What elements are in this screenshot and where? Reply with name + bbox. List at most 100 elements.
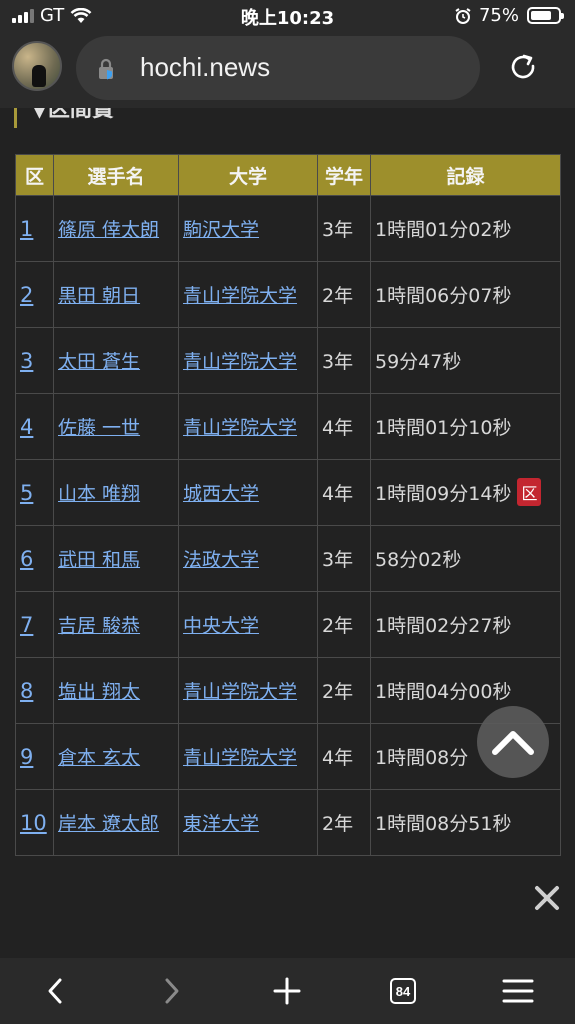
record-text: 1時間06分07秒 [375,285,512,307]
chevron-up-icon [492,731,534,755]
university-cell: 中央大学 [178,591,318,658]
record-text: 59分47秒 [375,351,462,373]
year-cell: 4年 [317,393,371,460]
url-text: hochi.news [140,52,271,82]
runner-cell: 黒田 朝日 [53,261,179,328]
section-cell: 1 [15,195,54,262]
record-text: 1時間04分00秒 [375,681,512,703]
runner-link[interactable]: 太田 蒼生 [58,351,140,373]
section-link[interactable]: 5 [20,481,33,505]
section-cell: 8 [15,657,54,724]
section-link[interactable]: 10 [20,811,47,835]
scroll-to-top-button[interactable] [477,706,549,778]
year-cell: 3年 [317,327,371,394]
university-link[interactable]: 城西大学 [183,483,259,505]
header-year: 学年 [317,154,371,196]
browser-address-bar: hochi.news [0,30,575,108]
section-cell: 5 [15,459,54,526]
menu-button[interactable] [501,974,535,1008]
university-link[interactable]: 青山学院大学 [183,747,297,769]
year-cell: 2年 [317,789,371,856]
university-link[interactable]: 東洋大学 [183,813,259,835]
runner-link[interactable]: 武田 和馬 [58,549,140,571]
record-text: 1時間08分51秒 [375,813,512,835]
status-right: 75% [455,5,564,26]
reload-icon[interactable] [505,50,541,86]
section-link[interactable]: 1 [20,217,33,241]
browser-toolbar: 84 [0,958,575,1024]
section-link[interactable]: 3 [20,349,33,373]
table-row: 4 佐藤 一世 青山学院大学 4年 1時間01分10秒 [15,393,561,460]
section-cell: 6 [15,525,54,592]
record-text: 1時間09分14秒 [375,482,512,505]
section-cell: 10 [15,789,54,856]
tabs-button[interactable]: 84 [386,974,420,1008]
runner-link[interactable]: 倉本 玄太 [58,747,140,769]
section-cell: 4 [15,393,54,460]
year-cell: 2年 [317,591,371,658]
record-text: 1時間08分 [375,747,469,769]
url-field[interactable]: hochi.news [76,36,480,100]
battery-fill [531,11,551,20]
table-row: 10 岸本 遼太郎 東洋大学 2年 1時間08分51秒 [15,789,561,856]
runner-cell: 佐藤 一世 [53,393,179,460]
table-row: 2 黒田 朝日 青山学院大学 2年 1時間06分07秒 [15,261,561,328]
record-cell: 58分02秒 [370,525,561,592]
header-university: 大学 [178,154,318,196]
runner-link[interactable]: 佐藤 一世 [58,417,140,439]
runner-link[interactable]: 山本 唯翔 [58,483,140,505]
runner-cell: 山本 唯翔 [53,459,179,526]
runner-cell: 太田 蒼生 [53,327,179,394]
header-record: 記録 [370,154,561,196]
section-link[interactable]: 4 [20,415,33,439]
hamburger-menu-icon [502,979,534,1003]
battery-icon [527,7,564,24]
university-link[interactable]: 中央大学 [183,615,259,637]
section-link[interactable]: 6 [20,547,33,571]
header-section: 区 [15,154,54,196]
university-cell: 青山学院大学 [178,657,318,724]
record-cell: 1時間01分10秒 [370,393,561,460]
record-badge: 区 [517,477,542,506]
university-cell: 城西大学 [178,459,318,526]
lock-icon [99,58,113,80]
profile-avatar[interactable] [12,41,62,91]
section-cell: 7 [15,591,54,658]
forward-button[interactable] [155,974,189,1008]
university-link[interactable]: 法政大学 [183,549,259,571]
year-cell: 3年 [317,195,371,262]
record-text: 58分02秒 [375,549,462,571]
runner-link[interactable]: 黒田 朝日 [58,285,140,307]
section-link[interactable]: 9 [20,745,33,769]
table-header-row: 区 選手名 大学 学年 記録 [15,154,561,196]
university-cell: 青山学院大学 [178,261,318,328]
university-link[interactable]: 駒沢大学 [183,219,259,241]
tabs-icon: 84 [390,978,416,1004]
back-button[interactable] [38,974,72,1008]
university-link[interactable]: 青山学院大学 [183,285,297,307]
record-cell: 1時間02分27秒 [370,591,561,658]
record-cell: 59分47秒 [370,327,561,394]
status-bar: GT 晚上10:23 75% [0,0,575,30]
section-link[interactable]: 7 [20,613,33,637]
section-link[interactable]: 2 [20,283,33,307]
year-cell: 2年 [317,261,371,328]
university-link[interactable]: 青山学院大学 [183,417,297,439]
runner-cell: 倉本 玄太 [53,723,179,790]
close-icon[interactable] [532,883,562,913]
record-cell: 1時間01分02秒 [370,195,561,262]
university-link[interactable]: 青山学院大学 [183,681,297,703]
runner-link[interactable]: 塩出 翔太 [58,681,140,703]
university-link[interactable]: 青山学院大学 [183,351,297,373]
runner-link[interactable]: 篠原 倖太朗 [58,219,159,241]
table-row: 5 山本 唯翔 城西大学 4年 1時間09分14秒区 [15,459,561,526]
table-row: 6 武田 和馬 法政大学 3年 58分02秒 [15,525,561,592]
table-row: 7 吉居 駿恭 中央大学 2年 1時間02分27秒 [15,591,561,658]
section-link[interactable]: 8 [20,679,33,703]
table-body: 1 篠原 倖太朗 駒沢大学 3年 1時間01分02秒 2 黒田 朝日 青山学院大学 2年 1時間0… [15,195,561,856]
record-cell: 1時間08分51秒 [370,789,561,856]
battery-percent: 75% [478,5,519,26]
runner-link[interactable]: 吉居 駿恭 [58,615,140,637]
runner-link[interactable]: 岸本 遼太郎 [58,813,159,835]
new-tab-button[interactable] [270,974,304,1008]
